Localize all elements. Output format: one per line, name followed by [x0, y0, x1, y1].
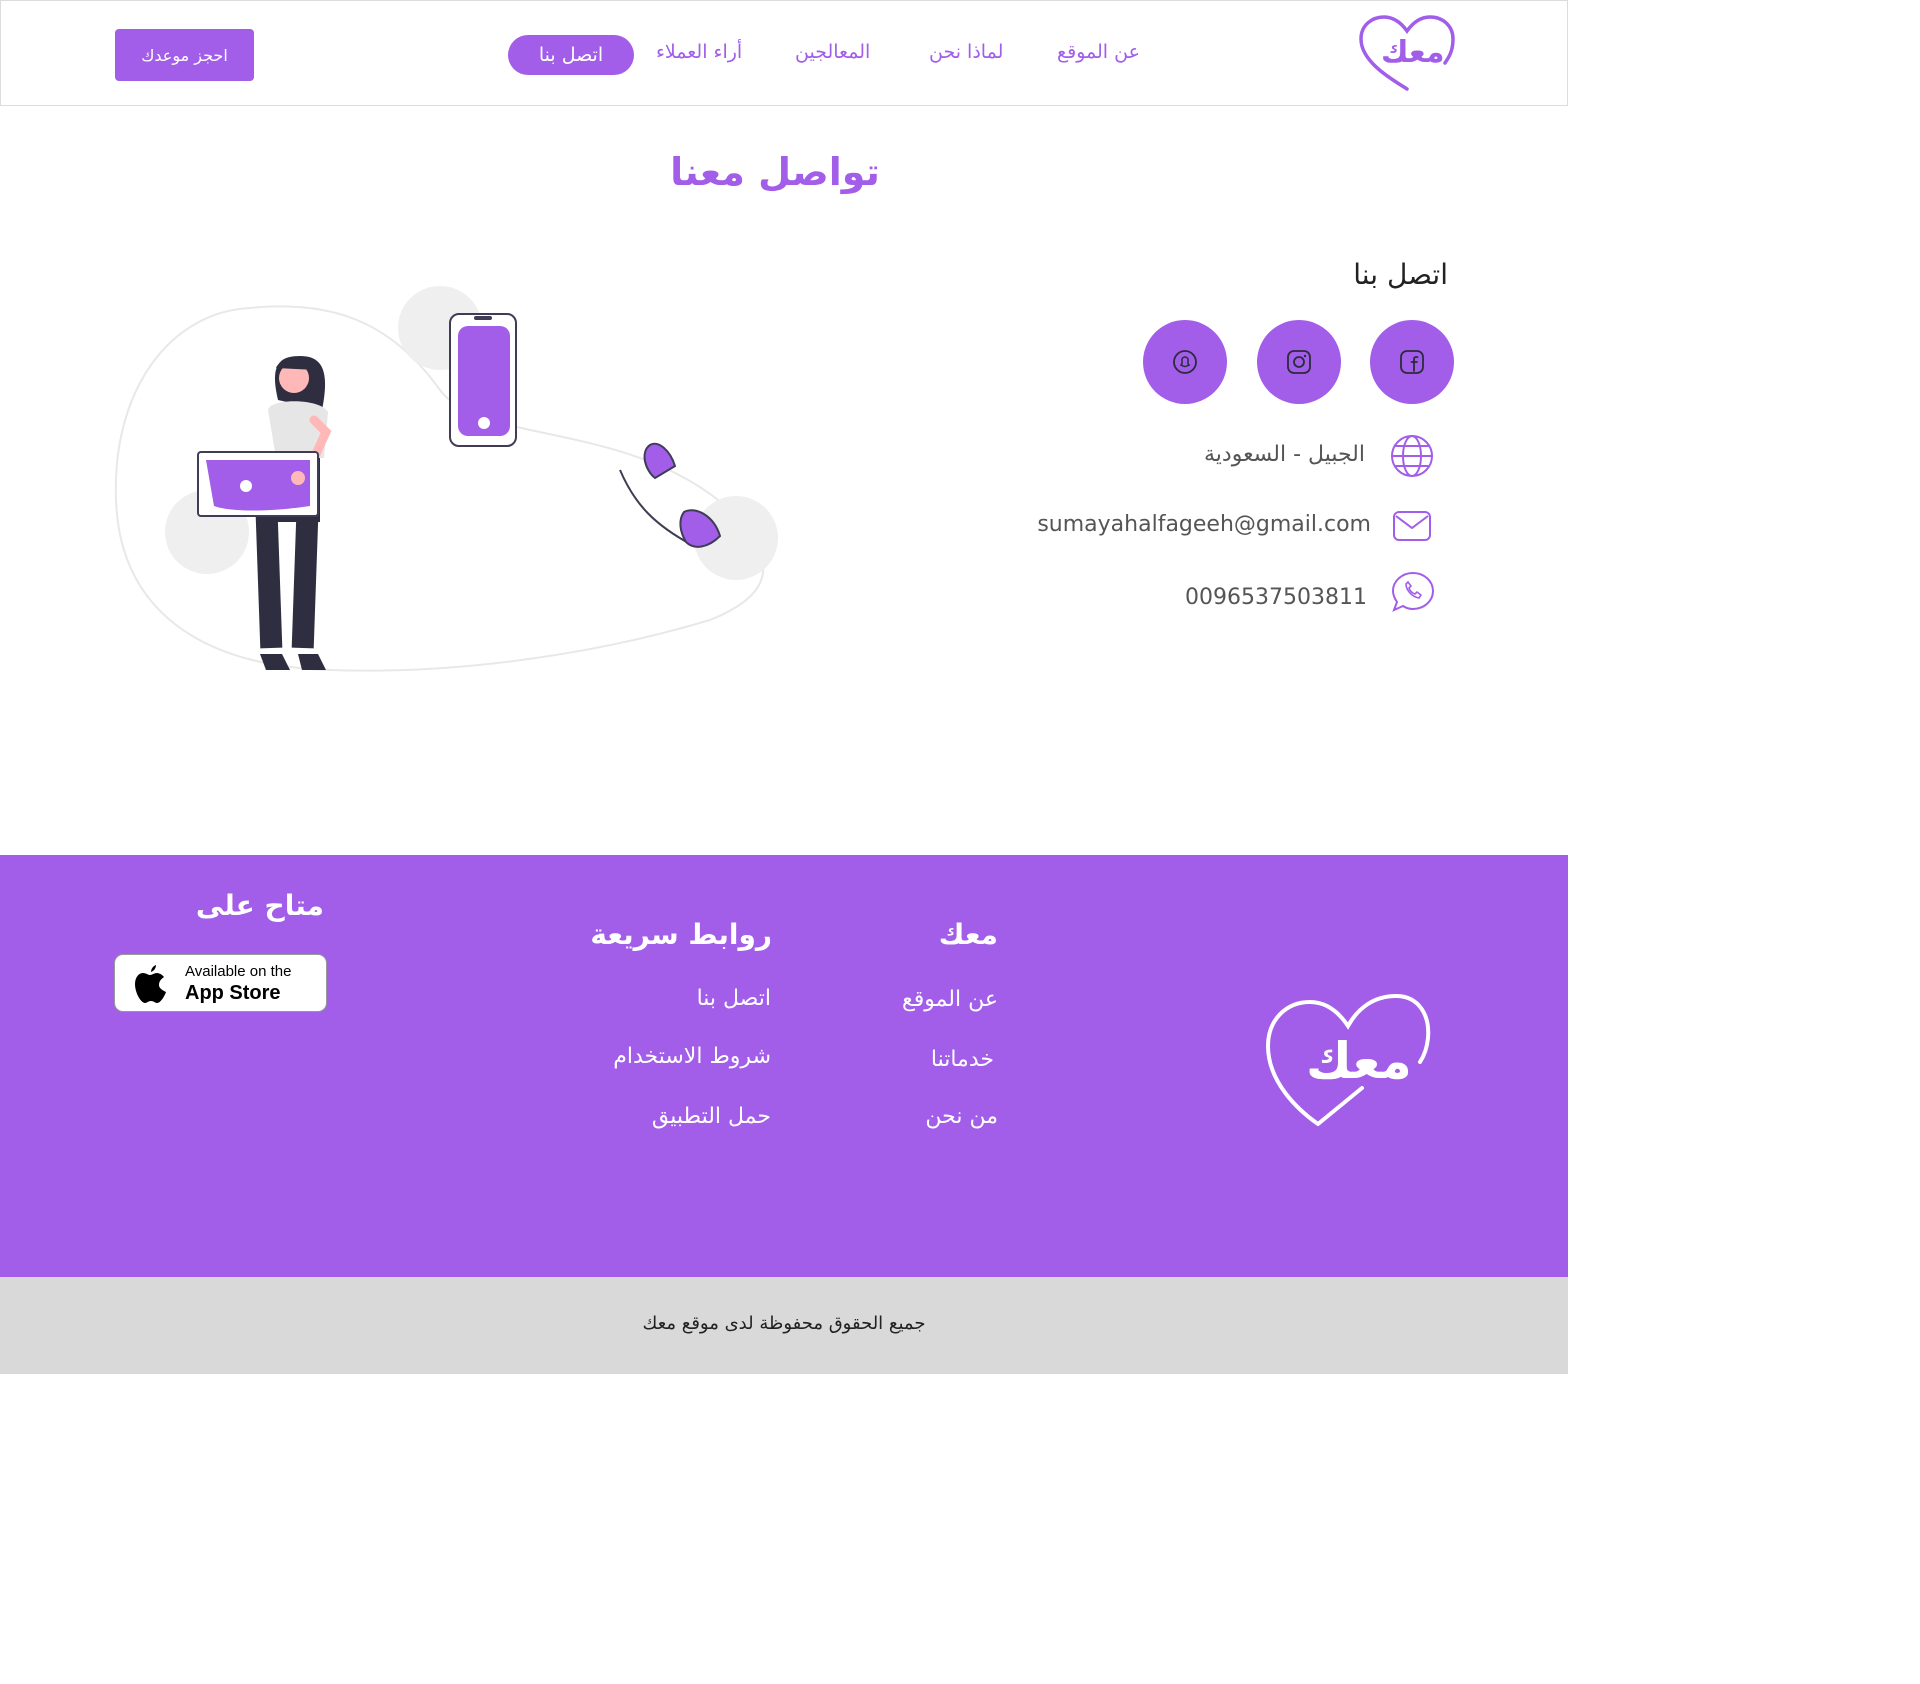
contact-heading: اتصل بنا: [1353, 258, 1448, 291]
instagram-icon: [1287, 350, 1311, 374]
snapchat-button[interactable]: [1143, 320, 1227, 404]
phone-text[interactable]: 0096537503811: [1185, 585, 1367, 610]
app-store-big-text: App Store: [185, 982, 281, 1004]
mail-icon: [1393, 511, 1431, 541]
instagram-button[interactable]: [1257, 320, 1341, 404]
footer-link-services[interactable]: خدماتنا: [931, 1047, 994, 1072]
globe-icon: [1391, 435, 1433, 477]
page-title: تواصل معنا: [670, 150, 880, 194]
footer-col2-heading: روابط سريعة: [590, 918, 772, 951]
footer-link-contact[interactable]: اتصل بنا: [697, 986, 771, 1011]
email-text[interactable]: sumayahalfageeh@gmail.com: [1037, 512, 1371, 537]
footer-col3-heading: متاح على: [195, 889, 324, 922]
app-store-badge[interactable]: Available on the App Store: [114, 954, 327, 1012]
copyright-bar: جميع الحقوق محفوظة لدى موقع معك: [0, 1277, 1568, 1374]
location-text: الجبيل - السعودية: [1203, 442, 1365, 467]
heart-logo-icon[interactable]: معك: [1355, 13, 1459, 95]
footer-link-download[interactable]: حمل التطبيق: [652, 1104, 771, 1129]
nav-reviews[interactable]: أراء العملاء: [656, 41, 742, 63]
contact-illustration: [114, 286, 778, 672]
nav-about[interactable]: عن الموقع: [1057, 41, 1140, 63]
header: معك عن الموقع لماذا نحن المعالجين أراء ا…: [0, 0, 1568, 106]
snapchat-icon: [1173, 350, 1197, 374]
footer-heart-logo-icon: معك: [1262, 992, 1434, 1130]
footer-link-terms[interactable]: شروط الاستخدام: [613, 1044, 771, 1069]
footer-col1-heading: معك: [938, 918, 998, 951]
logo-text: معك: [1381, 35, 1445, 70]
nav-therapists[interactable]: المعالجين: [795, 41, 870, 63]
app-store-small-text: Available on the: [185, 963, 292, 980]
footer: معك عن الموقع خدماتنا من نحن روابط سريعة…: [0, 855, 1568, 1277]
book-appointment-button[interactable]: احجز موعدك: [115, 29, 254, 81]
facebook-icon: [1400, 350, 1424, 374]
apple-icon: [135, 965, 166, 1003]
footer-logo-text: معك: [1306, 1032, 1412, 1090]
facebook-button[interactable]: [1370, 320, 1454, 404]
nav-contact-active[interactable]: اتصل بنا: [508, 35, 634, 75]
footer-link-who-we-are[interactable]: من نحن: [925, 1104, 998, 1129]
nav-why-us[interactable]: لماذا نحن: [929, 41, 1003, 63]
footer-link-about[interactable]: عن الموقع: [902, 987, 998, 1012]
whatsapp-icon: [1391, 571, 1435, 612]
copyright-text: جميع الحقوق محفوظة لدى موقع معك: [642, 1313, 926, 1334]
